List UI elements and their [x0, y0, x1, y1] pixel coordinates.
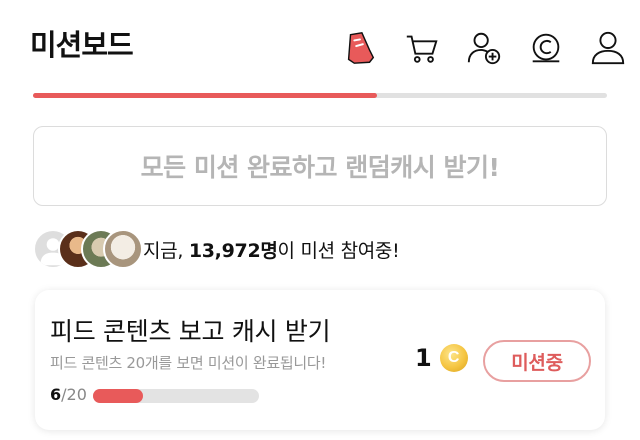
mission-progress-bar [33, 93, 607, 98]
mission-title: 피드 콘텐츠 보고 캐시 받기 [50, 317, 331, 346]
add-friend-icon[interactable] [464, 28, 504, 68]
random-cash-button[interactable]: 모든 미션 완료하고 랜덤캐시 받기! [33, 126, 607, 206]
mission-count-total: /20 [61, 385, 87, 404]
avatar [103, 229, 143, 269]
participants-suffix: 이 미션 참여중! [277, 239, 400, 262]
reward: 1 C [415, 344, 468, 372]
participants-count: 13,972명 [188, 239, 278, 262]
participants-text: 지금, 13,972명이 미션 참여중! [143, 236, 400, 263]
mission-description: 피드 콘텐츠 20개를 보면 미션이 완료됩니다! [50, 354, 327, 372]
profile-icon[interactable] [588, 28, 628, 68]
mission-count: 6/20 [50, 385, 87, 404]
mission-card-progress-bar [93, 389, 259, 403]
shoe-icon[interactable] [340, 28, 380, 68]
mission-card[interactable]: 피드 콘텐츠 보고 캐시 받기 피드 콘텐츠 20개를 보면 미션이 완료됩니다… [35, 290, 605, 430]
mission-count-current: 6 [50, 385, 62, 404]
participant-avatars [33, 227, 143, 271]
participants-prefix: 지금, [143, 239, 189, 262]
cart-icon[interactable] [402, 28, 442, 68]
mission-status-button[interactable]: 미션중 [483, 340, 591, 382]
header-icons [340, 28, 628, 68]
mission-card-progress-fill [93, 389, 143, 403]
page-title: 미션보드 [30, 28, 134, 62]
participants-row: 지금, 13,972명이 미션 참여중! [33, 226, 400, 272]
mission-status-label: 미션중 [511, 351, 563, 374]
cash-coin-icon[interactable] [526, 28, 566, 68]
coin-icon: C [439, 344, 468, 372]
reward-amount: 1 [415, 344, 432, 372]
random-cash-button-label: 모든 미션 완료하고 랜덤캐시 받기! [140, 153, 500, 182]
mission-progress-fill [33, 93, 378, 98]
header: 미션보드 [0, 0, 640, 92]
